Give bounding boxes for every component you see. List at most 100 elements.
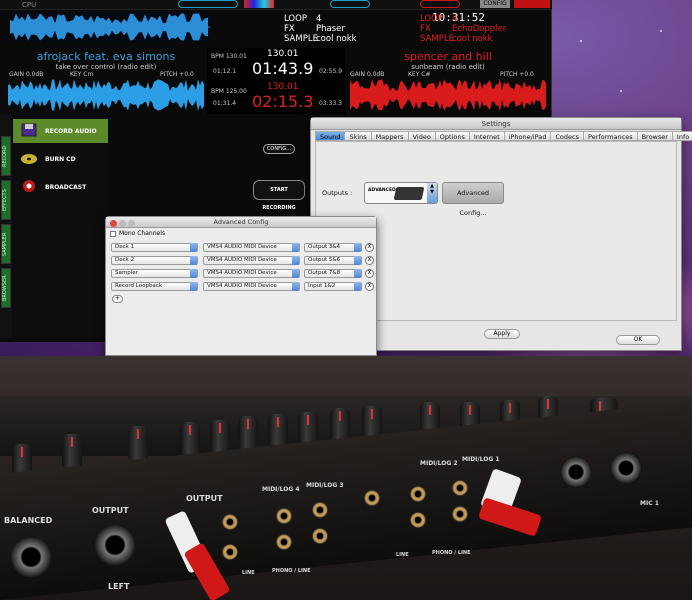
xlr-jack [560,456,592,488]
label-midilog-2: MIDI/LOG 2 [420,460,458,467]
time-bottom-left: 01:31.4 [213,100,237,107]
right-deck-info: LOOP 4 FX EchoDoppler SAMPLEcool nokk [420,14,506,44]
knob [128,426,148,460]
start-recording-button[interactable]: START RECORDING [253,180,305,211]
top-toolbar: CPU CONFIG [0,0,552,10]
label-output-2: OUTPUT [186,494,223,503]
left-key: KEY Cm [70,71,94,78]
tab-codecs[interactable]: Codecs [551,131,584,141]
source-select[interactable]: Record Loopback [111,282,198,291]
advanced-titlebar[interactable]: Advanced Config [106,217,376,228]
apply-button[interactable]: Apply [484,329,520,339]
rca-jack [276,508,292,524]
left-gain: GAIN 0.0dB [9,71,44,78]
device-select[interactable]: VMS4 AUDIO MIDI Device [203,256,300,265]
left-waveform[interactable] [8,78,204,112]
sample-value: cool nokk [452,34,493,44]
port-select[interactable]: Output 7&8 [304,269,362,278]
ok-button[interactable]: OK [616,335,660,345]
output-device-selector[interactable]: ADVANCED CONFIG ▲ ▼ [364,182,438,204]
chevron-down-icon [292,269,299,278]
mono-channels-option[interactable]: Mono Channels [110,230,165,237]
loop-key: LOOP [420,14,443,24]
mono-checkbox[interactable] [110,230,116,237]
port-select[interactable]: Output 5&6 [304,256,362,265]
port-value: Output 3&4 [308,244,341,250]
device-value: VMS4 AUDIO MIDI Device [207,270,277,276]
tab-video[interactable]: Video [408,131,436,141]
device-value: VMS4 AUDIO MIDI Device [207,257,277,263]
config-button[interactable]: CONFIG... [263,144,295,154]
left-deck-info: LOOP 4 FX Phaser SAMPLEcool nokk [284,14,357,44]
source-select[interactable]: Deck 2 [111,256,198,265]
time-top-right: 02:55.9 [319,68,343,75]
tab-options[interactable]: Options [435,131,470,141]
tab-info[interactable]: Info [672,131,692,141]
audio-interface-icon [393,187,425,200]
tab-performances[interactable]: Performances [584,131,638,141]
port-select[interactable]: Output 3&4 [304,243,362,252]
label-midilog-1: MIDI/LOG 1 [462,456,500,463]
tab-internet[interactable]: Internet [469,131,505,141]
xlr-jack [10,536,52,578]
cd-icon [21,154,37,164]
tab-skins[interactable]: Skins [345,131,372,141]
chevron-down-icon [190,256,197,265]
config-tab[interactable]: CONFIG [480,0,510,8]
right-key: KEY C# [408,71,431,78]
right-transport-control[interactable] [420,0,460,8]
remove-row-button[interactable]: X [365,282,374,291]
tab-effects[interactable]: EFFECTS [1,180,11,220]
star [660,30,662,32]
right-waveform[interactable] [350,78,546,112]
minimize-icon[interactable] [119,220,126,227]
remove-row-button[interactable]: X [365,243,374,252]
source-select[interactable]: Deck 1 [111,243,198,252]
burn-cd-item[interactable]: BURN CD [13,147,108,171]
close-icon[interactable] [110,220,117,227]
zoom-icon[interactable] [128,220,135,227]
chevron-down-icon [292,256,299,265]
tab-browser[interactable]: Browser [637,131,673,141]
fx-value: Phaser [316,24,345,34]
broadcast-icon [23,180,35,192]
tab-iphone-ipad[interactable]: iPhone/iPad [504,131,552,141]
left-mini-waveform[interactable] [10,12,210,42]
knob [238,416,258,450]
burn-cd-label: BURN CD [45,156,76,163]
device-select[interactable]: VMS4 AUDIO MIDI Device [203,269,300,278]
sample-key: SAMPLE [284,34,318,44]
xlr-jack [610,452,642,484]
remove-row-button[interactable]: X [365,269,374,278]
source-select[interactable]: Sampler [111,269,198,278]
device-select[interactable]: VMS4 AUDIO MIDI Device [203,282,300,291]
color-mode-indicator[interactable] [244,0,274,8]
port-value: Output 5&6 [308,257,341,263]
sample-value: cool nokk [316,34,357,44]
center-control[interactable] [330,0,370,8]
xlr-jack [94,524,136,566]
bpm-top-label: BPM 130.01 [211,53,247,60]
stepper-icon[interactable]: ▲ ▼ [427,183,437,203]
advanced-config-button[interactable]: Advanced Config... [442,182,504,217]
device-select[interactable]: VMS4 AUDIO MIDI Device [203,243,300,252]
remove-row-button[interactable]: X [365,256,374,265]
source-value: Deck 1 [115,244,135,250]
chevron-down-icon [354,282,361,291]
tab-record[interactable]: RECORD [1,136,11,176]
broadcast-item[interactable]: BROADCAST [13,175,108,199]
fx-key: FX [420,24,431,34]
knob [268,414,288,448]
loop-key: LOOP [284,14,307,24]
settings-titlebar[interactable]: Settings [311,118,681,130]
add-row-button[interactable]: + [112,295,123,303]
tab-browser[interactable]: BROWSER [1,268,11,308]
tab-sampler[interactable]: SAMPLER [1,224,11,264]
tab-mappers[interactable]: Mappers [371,131,409,141]
left-transport-control[interactable] [178,0,238,8]
left-pitch: PITCH +0.0 [160,71,194,78]
right-gain: GAIN 0.0dB [350,71,385,78]
tab-sound-setup[interactable]: Sound Setup [315,131,346,151]
port-select[interactable]: Input 1&2 [304,282,362,291]
record-audio-item[interactable]: RECORD AUDIO [13,119,108,143]
